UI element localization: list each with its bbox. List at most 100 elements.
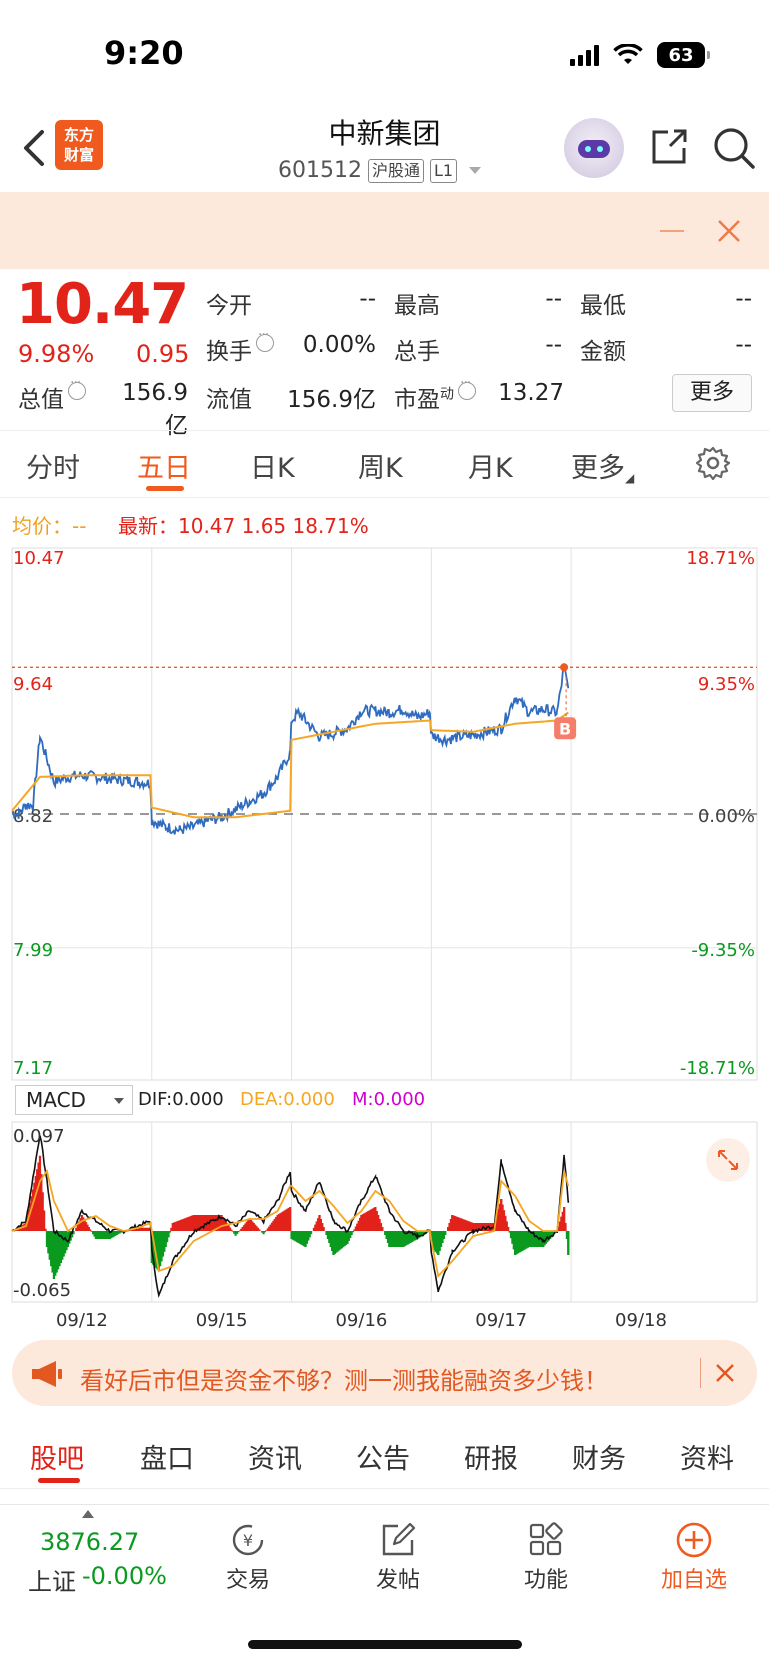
expand-up-icon[interactable] <box>82 1510 94 1518</box>
y-tick-label-left: 9.64 <box>13 674 53 695</box>
trade-icon[interactable]: ¥ <box>228 1520 268 1560</box>
low-value: -- <box>735 286 752 312</box>
stock-subtitle[interactable]: 601512 沪股通 L1 <box>278 158 482 183</box>
dropdown-arrow-icon[interactable] <box>469 167 482 174</box>
promo-text[interactable]: 看好后市但是资金不够？测一测我能融资多少钱！ <box>80 1361 608 1396</box>
open-label: 今开 <box>206 293 252 319</box>
macd-top-label: 0.097 <box>13 1126 65 1147</box>
divider <box>700 1358 701 1388</box>
tab-finance[interactable]: 财务 <box>572 1437 626 1476</box>
low-label: 最低 <box>580 293 626 319</box>
macd-m-legend: M:0.000 <box>352 1089 426 1110</box>
tab-five-day[interactable]: 五日 <box>137 446 191 485</box>
y-tick-label-right: 0.00% <box>698 806 755 827</box>
info-dots-icon[interactable] <box>68 375 86 400</box>
cellular-signal-icon <box>570 44 599 66</box>
tab-daily-k[interactable]: 日K <box>250 446 295 485</box>
macd-dea-legend: DEA:0.000 <box>240 1089 335 1110</box>
top-banner <box>0 192 769 269</box>
five-day-chart[interactable]: 10.479.648.827.997.1718.71%9.35%0.00%-9.… <box>0 540 769 1330</box>
info-dots-icon[interactable] <box>458 375 476 400</box>
y-tick-label-left: 7.17 <box>13 1058 53 1079</box>
tab-profile[interactable]: 资料 <box>680 1437 734 1476</box>
tab-active-indicator <box>146 486 184 491</box>
megaphone-icon <box>32 1361 62 1387</box>
volume-value: -- <box>545 332 562 358</box>
tab-monthly-k[interactable]: 月K <box>468 446 513 485</box>
y-tick-label-right: 18.71% <box>686 548 755 569</box>
x-date-label: 09/18 <box>615 1310 667 1330</box>
volume-label: 总手 <box>394 339 440 365</box>
index-change[interactable]: -0.00% <box>82 1562 167 1590</box>
stock-code: 601512 <box>278 158 362 183</box>
macd-dif-legend: DIF:0.000 <box>138 1089 224 1110</box>
amount-label: 金额 <box>580 339 626 365</box>
tab-more[interactable]: 更多◢ <box>571 446 634 485</box>
minimize-icon[interactable] <box>660 230 684 232</box>
tab-order-book[interactable]: 盘口 <box>140 1437 194 1476</box>
open-value: -- <box>359 286 376 312</box>
tab-news[interactable]: 资讯 <box>248 1437 302 1476</box>
post-icon[interactable] <box>378 1520 418 1560</box>
level-tag: L1 <box>430 158 458 183</box>
close-icon[interactable] <box>714 1362 736 1384</box>
last-price-dot <box>560 663 569 672</box>
x-date-label: 09/12 <box>56 1310 108 1330</box>
pe-label: 市盈动 <box>394 375 476 414</box>
divider <box>0 1488 769 1489</box>
close-icon[interactable] <box>716 218 742 244</box>
latest-price-legend: 最新：10.47 1.65 18.71% <box>118 514 369 538</box>
info-dots-icon[interactable] <box>256 327 274 352</box>
add-watchlist-icon[interactable] <box>674 1520 714 1560</box>
amount-value: -- <box>735 332 752 358</box>
y-tick-label-left: 7.99 <box>13 940 53 961</box>
divider <box>0 497 769 498</box>
home-indicator <box>248 1640 522 1649</box>
x-date-label: 09/16 <box>335 1310 387 1330</box>
svg-text:¥: ¥ <box>243 1531 253 1550</box>
y-tick-label-right: -18.71% <box>680 1058 755 1079</box>
turnover-value: 0.00% <box>302 332 376 358</box>
grid-icon[interactable] <box>526 1520 566 1560</box>
tab-active-indicator <box>38 1478 80 1483</box>
index-name[interactable]: 上证 <box>28 1562 76 1597</box>
share-icon[interactable] <box>648 126 690 168</box>
indicator-select[interactable]: MACD <box>15 1085 133 1115</box>
nav-trade[interactable]: 交易 <box>198 1562 298 1594</box>
gear-icon[interactable] <box>696 446 730 480</box>
status-icons: 63 <box>570 40 710 70</box>
more-fields-button[interactable]: 更多 <box>672 374 752 412</box>
x-date-label: 09/17 <box>475 1310 527 1330</box>
change-percent: 9.98% <box>18 340 95 368</box>
status-time: 9:20 <box>104 34 184 72</box>
ai-assistant-icon[interactable] <box>564 118 624 178</box>
tab-weekly-k[interactable]: 周K <box>358 446 403 485</box>
high-value: -- <box>545 286 562 312</box>
y-tick-label-right: -9.35% <box>691 940 755 961</box>
divider <box>0 430 769 431</box>
macd-chart-frame <box>11 1121 758 1303</box>
battery-icon: 63 <box>657 42 710 68</box>
change-amount: 0.95 <box>136 340 190 368</box>
tab-research[interactable]: 研报 <box>464 1437 518 1476</box>
search-icon[interactable] <box>712 126 756 170</box>
wifi-icon <box>613 44 643 64</box>
nav-functions[interactable]: 功能 <box>496 1562 596 1594</box>
last-price: 10.47 <box>16 272 189 337</box>
y-tick-label-left: 10.47 <box>13 548 65 569</box>
turnover-label: 换手 <box>206 327 274 366</box>
x-date-label: 09/15 <box>196 1310 248 1330</box>
nav-add-watchlist[interactable]: 加自选 <box>644 1562 744 1594</box>
y-tick-label-right: 9.35% <box>698 674 755 695</box>
high-label: 最高 <box>394 293 440 319</box>
expand-icon-bg <box>706 1138 750 1182</box>
nav-post[interactable]: 发帖 <box>348 1562 448 1594</box>
expand-icon[interactable] <box>706 1138 750 1182</box>
float-cap-value: 156.9亿 <box>287 387 376 413</box>
market-cap-label: 总值 <box>18 375 86 414</box>
tab-announcements[interactable]: 公告 <box>356 1437 410 1476</box>
tab-intraday[interactable]: 分时 <box>26 446 80 485</box>
buy-signal-label: B <box>559 719 571 738</box>
index-value[interactable]: 3876.27 <box>40 1528 139 1556</box>
tab-forum[interactable]: 股吧 <box>30 1437 84 1476</box>
